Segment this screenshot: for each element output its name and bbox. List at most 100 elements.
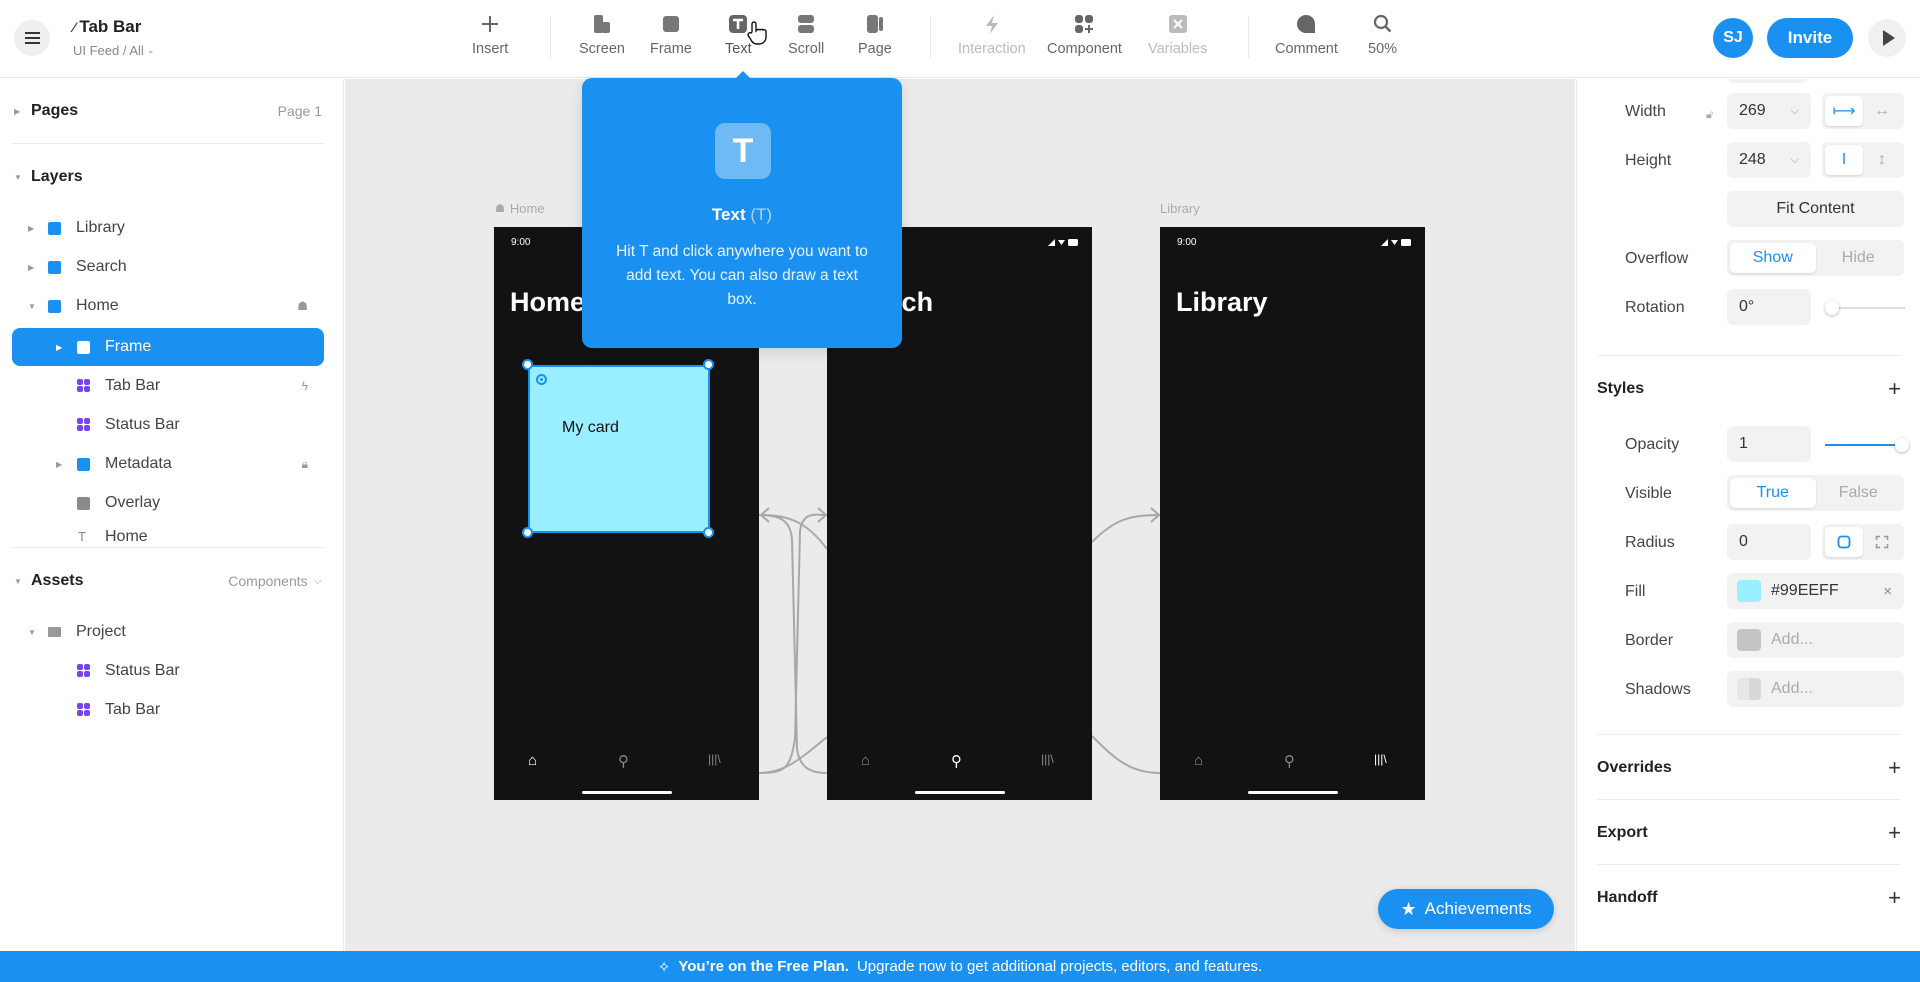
caret-right-icon: ▶ xyxy=(28,223,35,233)
add-handoff-icon[interactable]: + xyxy=(1888,885,1901,911)
toolbar-zoom[interactable]: 50% xyxy=(1368,12,1397,57)
rotation-input[interactable]: 0° xyxy=(1727,289,1811,325)
tab-home-icon[interactable]: ⌂ xyxy=(1194,752,1203,769)
asset-folder-project[interactable]: ▼ Project xyxy=(12,613,324,651)
shadows-input[interactable]: Add... xyxy=(1727,671,1904,707)
chevron-down-icon[interactable]: ⌵ xyxy=(1791,105,1799,118)
radius-mode-toggle[interactable] xyxy=(1822,524,1904,560)
screen-label-home[interactable]: ☗ Home xyxy=(495,201,545,216)
toolbar-interaction[interactable]: Interaction xyxy=(958,12,1026,57)
upgrade-banner[interactable]: ✧ You’re on the Free Plan. Upgrade now t… xyxy=(0,951,1920,982)
opacity-input[interactable]: 1 xyxy=(1727,426,1811,462)
visible-row: Visible True False xyxy=(1577,475,1920,513)
component-icon xyxy=(77,664,90,677)
layer-label: Frame xyxy=(105,338,152,355)
current-page[interactable]: Page 1 xyxy=(278,103,322,119)
fit-content-button[interactable]: Fit Content xyxy=(1727,191,1904,227)
add-override-icon[interactable]: + xyxy=(1888,755,1901,781)
visible-true[interactable]: True xyxy=(1730,478,1816,508)
layer-item-search[interactable]: ▶ Search xyxy=(12,248,324,286)
tab-bar: ⌂ ⚲ |||\ xyxy=(1160,752,1425,772)
individual-radius-icon[interactable] xyxy=(1863,527,1901,557)
layer-item-metadata[interactable]: ▶ Metadata 🔒︎ xyxy=(12,445,324,483)
remove-fill-icon[interactable]: × xyxy=(1883,583,1892,600)
assets-section-header[interactable]: ▼ Assets Components ⌵ xyxy=(0,563,344,599)
fill-input[interactable]: #99EEFF × xyxy=(1727,573,1904,609)
lock-icon[interactable]: 🔒︎ xyxy=(302,457,308,472)
toolbar-frame[interactable]: Frame xyxy=(650,12,692,57)
main-menu-button[interactable] xyxy=(14,20,50,56)
tab-library-icon[interactable]: |||\ xyxy=(1041,752,1054,766)
toolbar-screen[interactable]: Screen xyxy=(579,12,625,57)
layer-item-home[interactable]: ▼ Home ☗ xyxy=(12,287,324,325)
width-mode-toggle[interactable]: ⟼ ↔ xyxy=(1822,93,1904,129)
assets-filter-dropdown[interactable]: Components ⌵ xyxy=(228,573,322,589)
resize-handle[interactable] xyxy=(522,527,533,538)
slider-knob[interactable] xyxy=(1825,301,1839,315)
my-card-frame[interactable]: My card xyxy=(528,365,710,533)
width-input[interactable]: 269 ⌵ xyxy=(1727,93,1811,129)
layer-item-tab-bar[interactable]: Tab Bar ϟ xyxy=(12,367,324,405)
radius-input[interactable]: 0 xyxy=(1727,524,1811,560)
invite-button[interactable]: Invite xyxy=(1767,18,1853,58)
add-style-icon[interactable]: + xyxy=(1888,376,1901,402)
layer-item-library[interactable]: ▶ Library xyxy=(12,209,324,247)
uniform-radius-icon[interactable] xyxy=(1825,527,1863,557)
toolbar-page[interactable]: Page xyxy=(858,12,892,57)
layer-item-status-bar[interactable]: Status Bar xyxy=(12,406,324,444)
caret-right-icon: ▶ xyxy=(28,262,35,272)
fill-height-icon[interactable]: ↕ xyxy=(1863,145,1901,175)
tab-home-icon[interactable]: ⌂ xyxy=(861,752,870,769)
tab-search-icon[interactable]: ⚲ xyxy=(951,752,962,770)
asset-item-tab-bar[interactable]: Tab Bar xyxy=(12,691,324,729)
toolbar-insert[interactable]: Insert xyxy=(472,12,508,57)
screen-label-library[interactable]: Library xyxy=(1160,201,1200,216)
layer-item-frame[interactable]: ▶ Frame xyxy=(12,328,324,366)
layer-item-overlay[interactable]: Overlay xyxy=(12,484,324,522)
aspect-lock-icon[interactable]: 🔓︎ xyxy=(1706,109,1713,122)
tab-search-icon[interactable]: ⚲ xyxy=(1284,752,1295,770)
toolbar-component[interactable]: Component xyxy=(1047,12,1122,57)
user-avatar[interactable]: SJ xyxy=(1713,18,1753,58)
preview-button[interactable] xyxy=(1868,19,1906,57)
asset-item-status-bar[interactable]: Status Bar xyxy=(12,652,324,690)
breadcrumb[interactable]: UI Feed / All ⌄ xyxy=(73,43,154,58)
resize-handle[interactable] xyxy=(522,359,533,370)
fill-width-icon[interactable]: ↔ xyxy=(1863,96,1901,126)
height-mode-toggle[interactable]: I ↕ xyxy=(1822,142,1904,178)
slider-knob[interactable] xyxy=(1895,438,1909,452)
resize-handle[interactable] xyxy=(703,359,714,370)
toolbar-variables[interactable]: Variables xyxy=(1148,12,1207,57)
screen-library[interactable]: 9:00 Library ⌂ ⚲ |||\ xyxy=(1160,227,1425,800)
tab-library-icon[interactable]: |||\ xyxy=(708,752,721,766)
overflow-show[interactable]: Show xyxy=(1730,243,1816,273)
plus-icon xyxy=(479,12,501,36)
overflow-toggle[interactable]: Show Hide xyxy=(1727,240,1904,276)
rotation-slider[interactable] xyxy=(1825,301,1905,315)
layers-section-header[interactable]: ▼ Layers xyxy=(0,159,344,195)
fixed-width-icon[interactable]: ⟼ xyxy=(1825,96,1863,126)
design-canvas[interactable]: ☗ Home Library 9:00 Home ⌂ ⚲ |||\ Search… xyxy=(345,79,1575,951)
achievements-button[interactable]: ★ Achievements xyxy=(1378,889,1554,929)
visible-false[interactable]: False xyxy=(1816,478,1902,508)
card-label[interactable]: My card xyxy=(562,419,619,437)
layer-item-home-text[interactable]: T Home xyxy=(12,523,324,547)
fixed-height-icon[interactable]: I xyxy=(1825,145,1863,175)
resize-handle[interactable] xyxy=(703,527,714,538)
scroll-icon xyxy=(795,12,817,36)
opacity-slider[interactable] xyxy=(1825,438,1909,452)
toolbar-scroll[interactable]: Scroll xyxy=(788,12,824,57)
chevron-down-icon[interactable]: ⌵ xyxy=(1791,154,1799,167)
tab-search-icon[interactable]: ⚲ xyxy=(618,752,629,770)
add-export-icon[interactable]: + xyxy=(1888,820,1901,846)
pages-section-header[interactable]: ▶ Pages Page 1 xyxy=(0,93,344,129)
overflow-hide[interactable]: Hide xyxy=(1816,243,1902,273)
border-input[interactable]: Add... xyxy=(1727,622,1904,658)
fill-color-swatch[interactable] xyxy=(1737,580,1761,602)
visible-toggle[interactable]: True False xyxy=(1727,475,1904,511)
tab-library-icon[interactable]: |||\ xyxy=(1374,752,1387,766)
toolbar-comment[interactable]: Comment xyxy=(1275,12,1338,57)
height-input[interactable]: 248 ⌵ xyxy=(1727,142,1811,178)
tab-home-icon[interactable]: ⌂ xyxy=(528,752,537,769)
document-title[interactable]: ⁄ Tab Bar xyxy=(73,17,141,37)
